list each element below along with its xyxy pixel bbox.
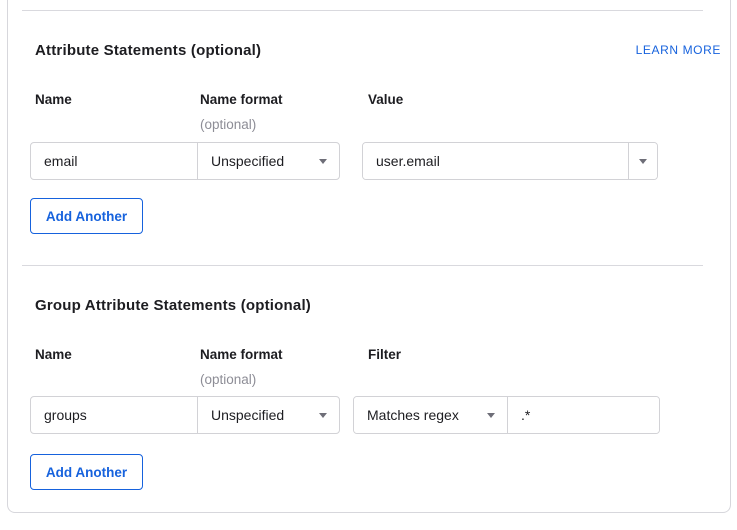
add-another-button[interactable]: Add Another <box>30 198 143 234</box>
section-divider <box>22 265 703 266</box>
learn-more-link[interactable]: LEARN MORE <box>636 43 721 57</box>
add-another-button[interactable]: Add Another <box>30 454 143 490</box>
top-divider <box>22 10 703 11</box>
chevron-down-icon <box>319 159 327 164</box>
attribute-statements-page: Attribute Statements (optional) LEARN MO… <box>0 0 737 530</box>
group-attribute-name-format-value: Unspecified <box>211 407 284 423</box>
column-header-value: Value <box>368 92 403 107</box>
group-attribute-name-input[interactable] <box>30 396 198 434</box>
attribute-name-format-select[interactable]: Unspecified <box>197 142 340 180</box>
column-header-name-format: Name format <box>200 92 283 107</box>
group-attribute-name-format-select[interactable]: Unspecified <box>197 396 340 434</box>
group-filter-group: Matches regex <box>353 396 660 434</box>
saml-settings-card <box>7 0 731 513</box>
chevron-down-icon <box>639 159 647 164</box>
group-filter-select[interactable]: Matches regex <box>354 397 508 433</box>
column-header-name-format: Name format <box>200 347 283 362</box>
attribute-value-group <box>362 142 658 180</box>
attribute-name-input[interactable] <box>30 142 198 180</box>
column-header-filter: Filter <box>368 347 401 362</box>
column-header-name: Name <box>35 347 72 362</box>
attribute-value-input[interactable] <box>363 143 628 179</box>
section-title-attribute-statements: Attribute Statements (optional) <box>35 42 261 59</box>
group-filter-value: Matches regex <box>367 407 459 423</box>
attribute-value-dropdown-button[interactable] <box>628 143 657 179</box>
chevron-down-icon <box>319 413 327 418</box>
section-title-group-attribute-statements: Group Attribute Statements (optional) <box>35 297 311 314</box>
group-filter-regex-input[interactable] <box>508 397 659 433</box>
column-header-name: Name <box>35 92 72 107</box>
chevron-down-icon <box>487 413 495 418</box>
optional-note: (optional) <box>200 372 256 387</box>
optional-note: (optional) <box>200 117 256 132</box>
attribute-name-format-value: Unspecified <box>211 153 284 169</box>
